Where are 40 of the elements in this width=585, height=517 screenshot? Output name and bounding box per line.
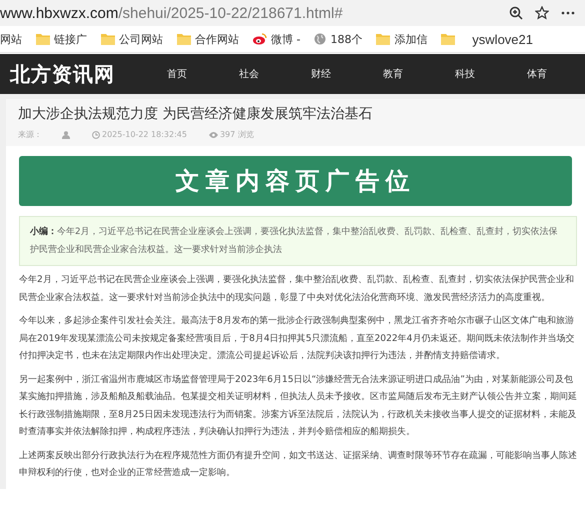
eye-icon xyxy=(208,132,218,138)
summary-text: 小编：今年2月，习近平总书记在民营企业座谈会上强调，要强化执法监督，集中整治乱收费、乱罚款、乱检查、乱查封，切实依法保护民营企业和民营企业家合法权益。这一要求针对当前涉企执法 xyxy=(19,216,577,266)
globe-icon xyxy=(314,33,326,45)
bookmark[interactable]: 微博 - xyxy=(271,32,300,46)
bookmark[interactable]: 网站 xyxy=(0,32,22,46)
star-icon[interactable] xyxy=(535,6,549,20)
source-label: 来源： xyxy=(18,129,42,140)
paragraph: 今年2月，习近平总书记在民营企业座谈会上强调，要强化执法监督，集中整治乱收费、乱罚款、乱检查、乱查封，切实依法保护民营企业和民营企业家合法权益。这一要求针对当前涉企执法中的现实问题，彰显了中央对优化法治化营商环境、激发民营经济活力的高度重视。 xyxy=(19,274,575,304)
url-path[interactable]: /shehui/2025-10-22/218671.html# xyxy=(118,4,343,22)
view-count: 397 浏览 xyxy=(220,129,254,140)
user-icon xyxy=(62,130,70,138)
publish-time: 2025-10-22 18:32:45 xyxy=(102,130,187,139)
nav-link[interactable]: 财经 xyxy=(285,67,357,81)
nav-link[interactable]: 教育 xyxy=(357,67,429,81)
nav-link[interactable]: 科技 xyxy=(429,67,501,81)
site-logo[interactable]: 北方资讯网 xyxy=(0,60,141,88)
clock-icon xyxy=(92,130,100,138)
nav-link[interactable]: 首页 xyxy=(141,67,213,81)
article-title: 加大涉企执法规范力度 为民营经济健康发展筑牢法治基石 xyxy=(18,105,374,123)
bookmark[interactable]: 188个 xyxy=(330,32,362,46)
folder-icon xyxy=(36,33,50,45)
bookmark[interactable]: 链接广 xyxy=(54,32,87,46)
url-host[interactable]: www.hbxwzx.com xyxy=(0,4,118,22)
bookmark[interactable]: 公司网站 xyxy=(119,32,163,46)
bookmark[interactable]: 添加信 xyxy=(394,32,428,46)
paragraph: 上述两案反映出部分行政执法行为在程序规范性方面仍有提升空间，如文书送达、证据采纳、调查时限等环节存在疏漏，可能影响当事人陈述申辩权利的行使，也对企业的正常经营造成一定影响。 xyxy=(19,449,578,480)
zoom-icon[interactable] xyxy=(509,6,523,20)
weibo-icon xyxy=(253,33,267,45)
folder-icon xyxy=(441,33,456,45)
user-name[interactable]: yswlove21 xyxy=(472,32,533,46)
folder-icon xyxy=(376,33,390,45)
folder-icon xyxy=(177,33,191,45)
paragraph: 另一起案例中，浙江省温州市鹿城区市场监督管理局于2023年6月15日以“涉嫌经营无合法来源证明进口成品油”为由，对某新能源公司及包某实施扣押措施，涉及船舶及船载油品。包某提交相关证明材料，但执法人员未予接收。区市监局随后发布无主财产认领公告并立案，期间延长行政强制措施期限，至8月25日因未发现违法行为而销案。涉案方诉至法院后，法院认为，行政机关未接收当事人提交的证据材料，未能及时查清事实并依法解除扣押，构成程序违法，判决确认扣押行为违法，并判令赔偿相应的船期损失。 xyxy=(19,373,578,439)
nav-link[interactable]: 体育 xyxy=(501,67,573,81)
paragraph: 今年以来，多起涉企案件引发社会关注。最高法于8月发布的第一批涉企行政强制典型案例中，黑龙江省齐齐哈尔市碾子山区文体广电和旅游局在2019年发现某漂流公司未按规定备案经营项目后，于8月4日扣押其5只漂流船，直至2022年4月仍未返还。期间既未依法制作并当场交付扣押决定书，也未在法定期限内作出处理决定。漂流公司提起诉讼后，法院判决该扣押行为违法，并酌情支持赔偿请求。 xyxy=(19,314,576,363)
ad-banner[interactable]: 文章内容页广告位 xyxy=(19,156,572,206)
more-icon[interactable] xyxy=(561,11,575,15)
folder-icon xyxy=(101,33,115,45)
bookmark[interactable]: 合作网站 xyxy=(195,32,239,46)
nav-link[interactable]: 社会 xyxy=(213,67,285,81)
